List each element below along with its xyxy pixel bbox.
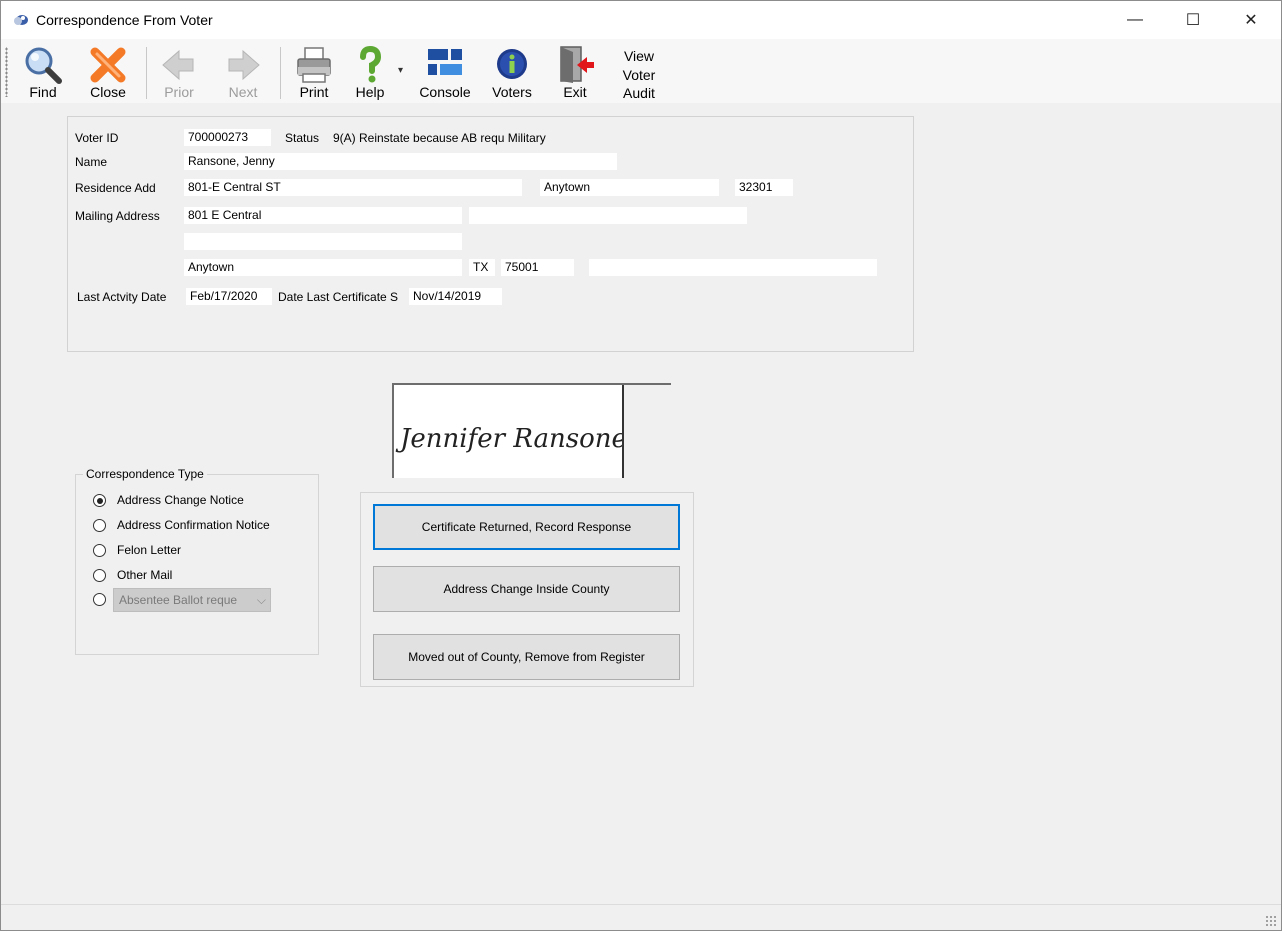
radio-button[interactable] [93, 494, 106, 507]
print-button[interactable]: Print [288, 45, 340, 103]
voters-button[interactable]: Voters [486, 45, 538, 103]
toolbar-separator [280, 47, 281, 99]
find-label: Find [29, 84, 57, 100]
correspondence-type-title: Correspondence Type [83, 467, 207, 481]
window-title: Correspondence From Voter [36, 12, 213, 28]
close-button[interactable]: Close [81, 45, 135, 103]
help-button[interactable]: Help [346, 45, 394, 103]
name-label: Name [75, 155, 108, 169]
console-button[interactable]: Console [415, 45, 475, 103]
prior-label: Prior [164, 84, 194, 100]
view-voter-audit-line1: View [623, 48, 655, 64]
printer-icon [297, 47, 331, 83]
prior-button[interactable]: Prior [153, 45, 205, 103]
mailing-city-field[interactable]: Anytown [184, 259, 462, 276]
handwritten-signature: Jennifer Ransone [395, 424, 627, 454]
toolbar-grip[interactable] [5, 47, 8, 97]
signature-side-strip [622, 385, 671, 478]
status-value: 9(A) Reinstate because AB requ Military [333, 131, 546, 145]
mailing-line1-field[interactable]: 801 E Central [184, 207, 462, 224]
toolbar-separator [146, 47, 147, 99]
app-icon [14, 15, 28, 25]
radio-button[interactable] [93, 544, 106, 557]
mailing-country-field[interactable] [589, 259, 877, 276]
exit-label: Exit [563, 84, 587, 100]
title-bar: Correspondence From Voter — ☐ ✕ [1, 1, 1281, 39]
mailing-line1b-field[interactable] [469, 207, 747, 224]
residence-label: Residence Add [75, 181, 156, 195]
help-dropdown-arrow[interactable]: ▾ [398, 65, 403, 76]
status-bar [1, 904, 1281, 930]
question-mark-icon [360, 45, 382, 83]
residence-street-field[interactable]: 801-E Central ST [184, 179, 522, 196]
voter-id-label: Voter ID [75, 131, 119, 145]
certificate-returned-button[interactable]: Certificate Returned, Record Response [373, 504, 680, 550]
info-icon [497, 49, 527, 79]
exit-button[interactable]: Exit [551, 45, 599, 103]
maximize-button[interactable]: ☐ [1164, 1, 1222, 39]
mailing-state-field[interactable]: TX [469, 259, 495, 276]
radio-label: Address Change Notice [117, 493, 244, 507]
next-button[interactable]: Next [217, 45, 269, 103]
radio-button[interactable] [93, 593, 106, 606]
mailing-zip-field[interactable]: 75001 [501, 259, 574, 276]
resize-grip[interactable] [1265, 915, 1277, 927]
chevron-down-icon: ⌵ [256, 593, 266, 607]
last-certificate-label: Date Last Certificate S [278, 290, 399, 304]
minimize-button[interactable]: — [1106, 1, 1164, 39]
absentee-ballot-select[interactable]: Absentee Ballot reque ⌵ [113, 588, 271, 612]
radio-label: Felon Letter [117, 543, 182, 557]
close-x-icon [90, 47, 126, 83]
window-close-button[interactable]: ✕ [1222, 1, 1280, 39]
find-button[interactable]: Find [17, 45, 69, 103]
last-activity-field[interactable]: Feb/17/2020 [186, 288, 272, 305]
close-label: Close [90, 84, 126, 100]
next-label: Next [228, 84, 258, 100]
print-label: Print [299, 84, 329, 100]
view-voter-audit-line3: Audit [623, 85, 655, 101]
absentee-ballot-value: Absentee Ballot reque [119, 593, 238, 607]
mailing-address-label: Mailing Address [75, 209, 160, 223]
last-activity-label: Last Actvity Date [77, 290, 167, 304]
radio-button[interactable] [93, 569, 106, 582]
arrow-left-icon [162, 49, 194, 81]
magnifier-icon [25, 47, 62, 84]
name-field[interactable]: Ransone, Jenny [184, 153, 617, 170]
exit-door-icon [560, 46, 594, 83]
help-label: Help [355, 84, 385, 100]
voter-id-field[interactable]: 700000273 [184, 129, 271, 146]
last-certificate-field[interactable]: Nov/14/2019 [409, 288, 502, 305]
view-voter-audit-button[interactable]: View Voter Audit [613, 47, 665, 103]
radio-label: Other Mail [117, 568, 173, 582]
console-label: Console [419, 84, 471, 100]
svg-text:Jennifer Ransone: Jennifer Ransone [395, 424, 624, 454]
voters-label: Voters [492, 84, 532, 100]
radio-button[interactable] [93, 519, 106, 532]
residence-city-field[interactable]: Anytown [540, 179, 719, 196]
residence-zip-field[interactable]: 32301 [735, 179, 793, 196]
moved-out-of-county-button[interactable]: Moved out of County, Remove from Registe… [373, 634, 680, 680]
app-window: Correspondence From Voter — ☐ ✕ Find Clo… [0, 0, 1282, 931]
console-icon [428, 49, 462, 75]
address-change-inside-county-button[interactable]: Address Change Inside County [373, 566, 680, 612]
status-label: Status [285, 131, 320, 145]
arrow-right-icon [228, 49, 260, 81]
view-voter-audit-line2: Voter [622, 66, 656, 83]
mailing-line2-field[interactable] [184, 233, 462, 250]
radio-label: Address Confirmation Notice [117, 518, 270, 532]
